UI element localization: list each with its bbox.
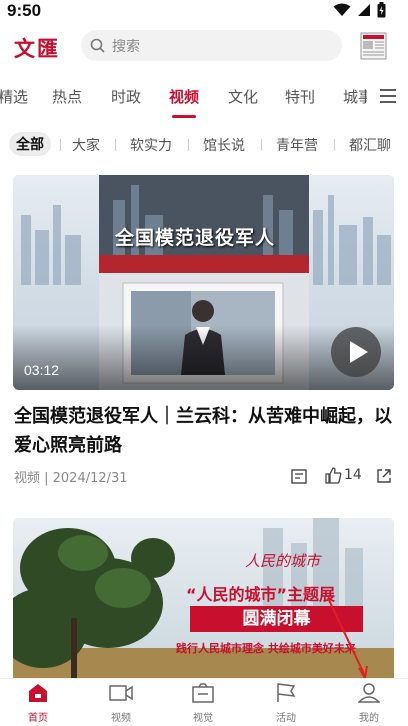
signal-icon [358, 4, 370, 16]
subtab-divider [115, 139, 116, 151]
article-thumbnail[interactable]: 人民的城市 “人民的城市”主题展 圆满闭幕 践行人民城市理念 共绘城市美好未来 [13, 518, 394, 678]
battery-icon [377, 2, 386, 18]
tab-politics[interactable]: 时政 [111, 86, 141, 107]
status-bar: 9:50 [0, 0, 408, 24]
flag-icon [277, 683, 296, 702]
comment-icon[interactable] [291, 469, 307, 484]
subtab-youth-camp[interactable]: 青年营 [276, 135, 318, 155]
profile-icon [357, 683, 381, 703]
subtab-masters[interactable]: 大家 [72, 135, 100, 155]
nav-vision-label: 视觉 [193, 713, 213, 724]
nav-profile[interactable]: 我的 [344, 683, 394, 724]
tab-video[interactable]: 视频 [169, 86, 199, 107]
nav-video-label: 视频 [111, 713, 131, 724]
subtab-divider [188, 139, 189, 151]
nav-vision[interactable]: 视觉 [178, 683, 228, 724]
app-header: 文匯 搜索 [0, 30, 408, 62]
tab-hot[interactable]: 热点 [52, 86, 82, 107]
subtab-divider [60, 139, 61, 151]
search-placeholder: 搜索 [112, 39, 140, 55]
subtab-curator[interactable]: 馆长说 [203, 135, 245, 155]
annotation-arrow [327, 597, 368, 678]
subtab-divider [261, 139, 262, 151]
nav-home-label: 首页 [28, 713, 48, 724]
exhibition-title: “人民的城市”主题展 [186, 585, 336, 604]
subtab-city-chat[interactable]: 都汇聊 [349, 135, 391, 155]
exhibition-calligraphy: 人民的城市 [245, 552, 321, 570]
nav-profile-label: 我的 [359, 713, 379, 724]
search-bar[interactable]: 搜索 [81, 30, 342, 61]
nav-activity[interactable]: 活动 [261, 683, 311, 724]
video-duration: 03:12 [24, 362, 60, 378]
menu-icon[interactable] [380, 89, 396, 103]
app-logo[interactable]: 文匯 [14, 33, 60, 63]
bottom-nav: 首页 视频 视觉 活动 我的 [0, 678, 408, 726]
video-banner-title: 全国模范退役军人 [115, 227, 276, 249]
vision-icon [192, 683, 214, 703]
status-icons [333, 2, 386, 18]
subtab-divider [334, 139, 335, 151]
article-meta: 视频 | 2024/12/31 [14, 471, 128, 486]
like-count: 14 [344, 467, 362, 483]
nav-activity-label: 活动 [276, 713, 296, 724]
video-icon [109, 685, 133, 701]
subtab-all[interactable]: 全部 [9, 132, 51, 156]
play-button[interactable] [331, 327, 381, 377]
sub-category-tabs: 全部 大家 软实力 馆长说 青年营 都汇聊 [0, 130, 408, 158]
article-actions: 14 [291, 466, 394, 486]
nav-video[interactable]: 视频 [96, 683, 146, 724]
home-icon [29, 684, 47, 702]
play-icon [350, 341, 368, 363]
wifi-icon [333, 3, 351, 16]
status-time: 9:50 [7, 1, 42, 20]
like-icon[interactable] [325, 467, 342, 484]
subtab-soft-power[interactable]: 软实力 [130, 135, 172, 155]
tab-culture[interactable]: 文化 [228, 86, 258, 107]
tab-special[interactable]: 特刊 [285, 86, 315, 107]
channel-tabs: 精选 热点 时政 视频 文化 特刊 城事 [0, 86, 408, 108]
active-tab-indicator [172, 115, 196, 118]
share-icon[interactable] [376, 468, 392, 484]
nav-home[interactable]: 首页 [13, 683, 63, 724]
newspaper-icon[interactable] [360, 32, 388, 60]
search-icon [90, 38, 105, 53]
article-title[interactable]: 全国模范退役军人｜兰云科：从苦难中崛起，以爱心照亮前路 [14, 402, 394, 460]
tab-city[interactable]: 城事 [343, 86, 367, 107]
tab-featured[interactable]: 精选 [0, 86, 28, 107]
